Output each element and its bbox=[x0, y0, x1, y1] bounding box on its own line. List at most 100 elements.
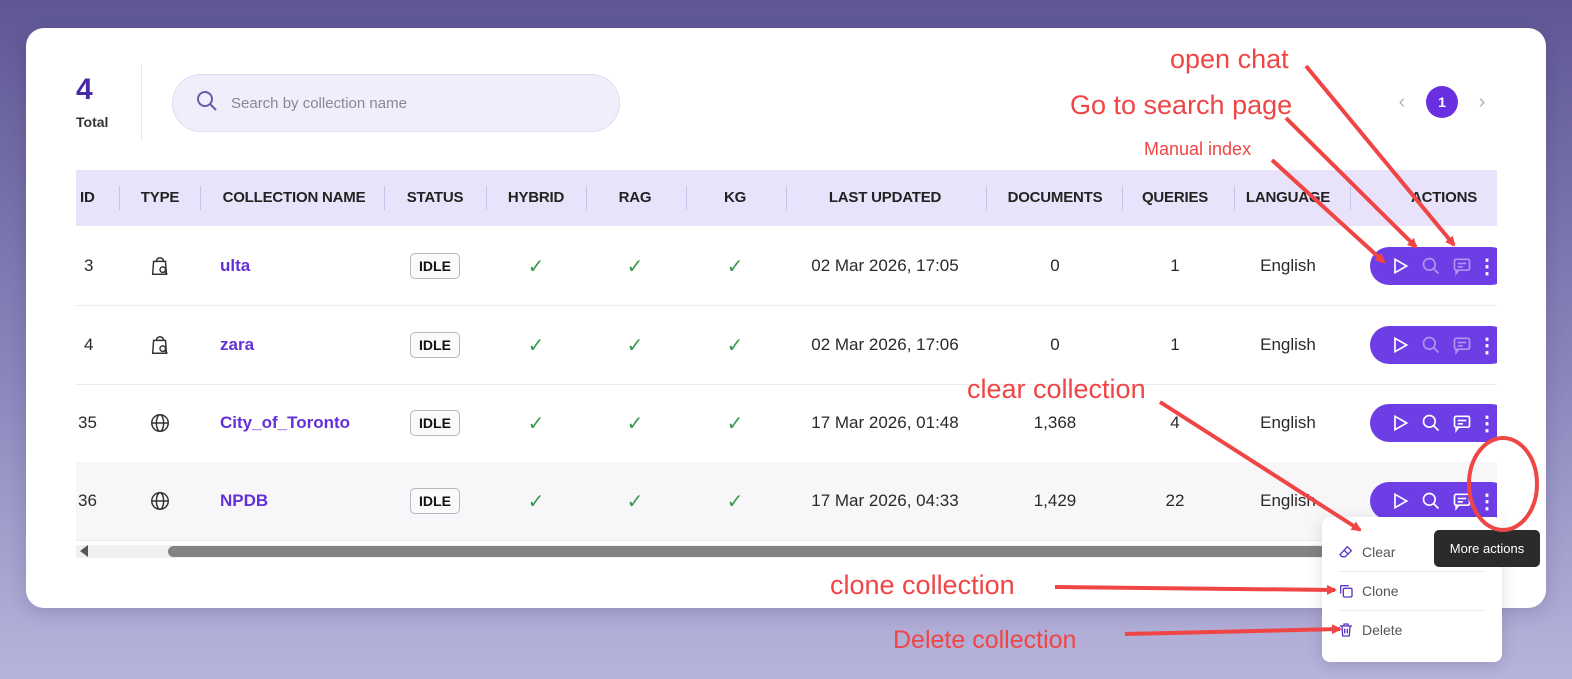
trash-icon bbox=[1340, 623, 1352, 637]
manual-index-button[interactable] bbox=[1384, 482, 1415, 520]
search-page-button[interactable] bbox=[1415, 482, 1446, 520]
manual-index-button[interactable] bbox=[1384, 404, 1415, 442]
annotation-open-chat: open chat bbox=[1170, 44, 1289, 74]
status-cell: IDLE bbox=[394, 384, 476, 462]
globe-icon bbox=[130, 384, 190, 462]
status-cell: IDLE bbox=[394, 227, 476, 305]
header-separator bbox=[486, 186, 487, 210]
status-cell: IDLE bbox=[394, 462, 476, 540]
collection-name-link[interactable]: City_of_Toronto bbox=[220, 384, 380, 462]
header-separator bbox=[119, 186, 120, 210]
last-updated: 17 Mar 2026, 01:48 bbox=[811, 413, 959, 432]
row-actions: ⋮ bbox=[1370, 482, 1497, 520]
row-actions: ⋮ bbox=[1370, 404, 1497, 442]
chat-button[interactable] bbox=[1446, 404, 1477, 442]
header-actions: ACTIONS bbox=[1410, 189, 1478, 206]
header-collection-name[interactable]: COLLECTION NAME bbox=[206, 170, 382, 226]
header-separator bbox=[200, 186, 201, 210]
scrollbar-thumb[interactable] bbox=[168, 546, 1348, 557]
cell-id: 4 bbox=[84, 335, 94, 354]
manual-index-button[interactable] bbox=[1384, 326, 1415, 364]
menu-item-delete[interactable]: Delete bbox=[1338, 611, 1486, 649]
kg-check-icon: ✓ bbox=[726, 490, 744, 513]
total-summary: 4 Total bbox=[76, 72, 136, 130]
queries-count: 1 bbox=[1170, 335, 1180, 354]
cell-id: 36 bbox=[78, 491, 97, 510]
more-actions-button[interactable]: ⋮ bbox=[1477, 333, 1497, 358]
header-hybrid[interactable]: HYBRID bbox=[494, 170, 578, 226]
table-row[interactable]: 4 zara IDLE ✓ ✓ ✓ 02 Mar 2026, 17:06 0 1… bbox=[76, 306, 1497, 385]
collection-name-link[interactable]: NPDB bbox=[220, 462, 380, 540]
pagination: ‹ 1 › bbox=[1392, 86, 1492, 118]
kg-check-icon: ✓ bbox=[726, 412, 744, 435]
search-box[interactable] bbox=[172, 74, 620, 132]
chat-button[interactable] bbox=[1446, 482, 1477, 520]
menu-item-label: Clear bbox=[1362, 544, 1396, 560]
more-actions-button[interactable]: ⋮ bbox=[1477, 489, 1497, 514]
search-page-button[interactable] bbox=[1415, 326, 1446, 364]
header-queries[interactable]: QUERIES bbox=[1128, 170, 1222, 226]
documents-count: 0 bbox=[1050, 256, 1060, 275]
collection-name[interactable]: City_of_Toronto bbox=[220, 413, 350, 433]
search-input[interactable] bbox=[231, 94, 591, 112]
header-separator bbox=[586, 186, 587, 210]
header-separator bbox=[686, 186, 687, 210]
queries-count: 1 bbox=[1170, 256, 1180, 275]
collection-name[interactable]: NPDB bbox=[220, 491, 268, 511]
search-icon bbox=[195, 89, 219, 118]
language: English bbox=[1260, 335, 1316, 354]
copy-icon bbox=[1340, 585, 1353, 598]
annotation-go-to-search: Go to search page bbox=[1070, 90, 1293, 120]
next-page-button[interactable]: › bbox=[1472, 91, 1492, 114]
hybrid-check-icon: ✓ bbox=[527, 255, 545, 278]
menu-item-clone[interactable]: Clone bbox=[1338, 572, 1486, 610]
collections-table: ID TYPE COLLECTION NAME STATUS HYBRID RA… bbox=[76, 170, 1497, 542]
more-actions-button[interactable]: ⋮ bbox=[1477, 411, 1497, 436]
rag-check-icon: ✓ bbox=[626, 412, 644, 435]
chat-button[interactable] bbox=[1446, 326, 1477, 364]
total-count: 4 bbox=[76, 73, 93, 106]
header-separator bbox=[1350, 186, 1351, 210]
search-page-button[interactable] bbox=[1415, 404, 1446, 442]
table-row[interactable]: 3 ulta IDLE ✓ ✓ ✓ 02 Mar 2026, 17:05 0 1… bbox=[76, 227, 1497, 306]
table-row[interactable]: 36 NPDB IDLE ✓ ✓ ✓ 17 Mar 2026, 04:33 1,… bbox=[76, 462, 1497, 541]
prev-page-button[interactable]: ‹ bbox=[1392, 91, 1412, 114]
eraser-icon bbox=[1339, 545, 1353, 558]
header-rag[interactable]: RAG bbox=[592, 170, 678, 226]
hybrid-check-icon: ✓ bbox=[527, 412, 545, 435]
header-kg[interactable]: KG bbox=[692, 170, 778, 226]
status-badge: IDLE bbox=[410, 410, 460, 436]
collection-name[interactable]: ulta bbox=[220, 256, 250, 276]
chat-button[interactable] bbox=[1446, 247, 1477, 285]
kg-check-icon: ✓ bbox=[726, 334, 744, 357]
header-type[interactable]: TYPE bbox=[130, 170, 190, 226]
header-last-updated[interactable]: LAST UPDATED bbox=[794, 170, 976, 226]
header-id[interactable]: ID bbox=[80, 170, 110, 226]
header-documents[interactable]: DOCUMENTS bbox=[992, 170, 1118, 226]
queries-count: 22 bbox=[1165, 491, 1185, 510]
last-updated: 17 Mar 2026, 04:33 bbox=[811, 491, 959, 510]
header-separator bbox=[786, 186, 787, 210]
collection-name-link[interactable]: zara bbox=[220, 306, 380, 384]
scroll-left-arrow-icon[interactable] bbox=[80, 545, 88, 557]
page-1-button[interactable]: 1 bbox=[1426, 86, 1458, 118]
header-separator bbox=[1234, 186, 1235, 210]
header-separator bbox=[986, 186, 987, 210]
rag-check-icon: ✓ bbox=[626, 255, 644, 278]
header-language[interactable]: LANGUAGE bbox=[1240, 170, 1336, 226]
documents-count: 0 bbox=[1050, 335, 1060, 354]
cell-id: 3 bbox=[84, 256, 94, 275]
table-row[interactable]: 35 City_of_Toronto IDLE ✓ ✓ ✓ 17 Mar 202… bbox=[76, 384, 1497, 463]
collection-name[interactable]: zara bbox=[220, 335, 254, 355]
more-actions-button[interactable]: ⋮ bbox=[1477, 254, 1497, 279]
search-page-button[interactable] bbox=[1415, 247, 1446, 285]
collection-name-link[interactable]: ulta bbox=[220, 227, 380, 305]
manual-index-button[interactable] bbox=[1384, 247, 1415, 285]
status-badge: IDLE bbox=[410, 253, 460, 279]
header-status[interactable]: STATUS bbox=[394, 170, 476, 226]
language: English bbox=[1260, 256, 1316, 275]
last-updated: 02 Mar 2026, 17:06 bbox=[811, 335, 959, 354]
divider bbox=[141, 64, 142, 140]
annotation-manual-index: Manual index bbox=[1144, 139, 1252, 159]
shopping-bag-search-icon bbox=[130, 227, 190, 305]
